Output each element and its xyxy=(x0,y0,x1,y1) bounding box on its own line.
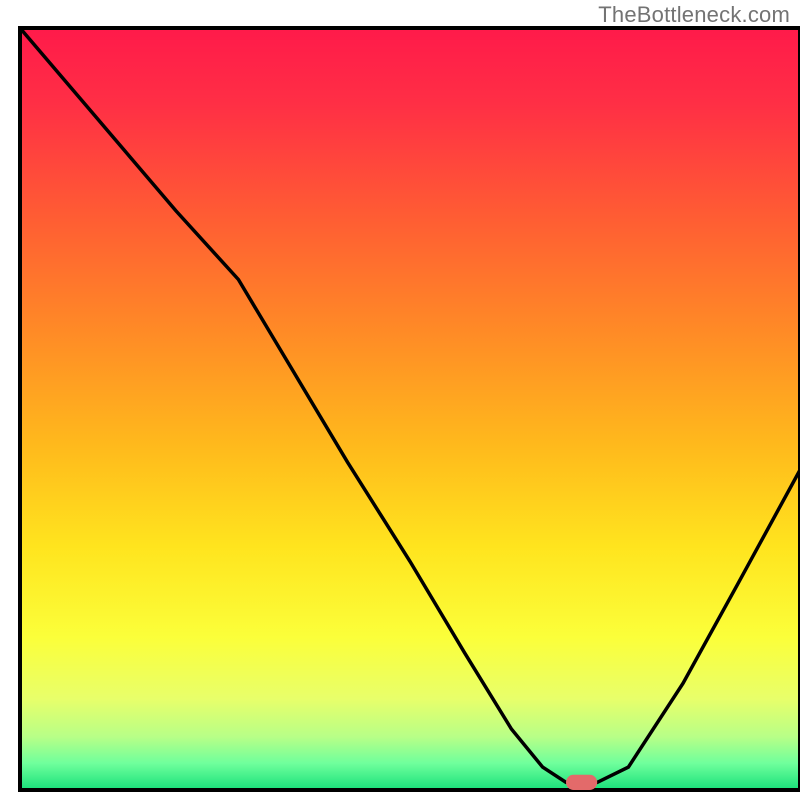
gradient-background xyxy=(20,28,800,790)
chart-container: TheBottleneck.com xyxy=(0,0,800,800)
optimal-marker xyxy=(566,775,597,790)
bottleneck-chart xyxy=(0,0,800,800)
watermark-text: TheBottleneck.com xyxy=(598,2,790,28)
